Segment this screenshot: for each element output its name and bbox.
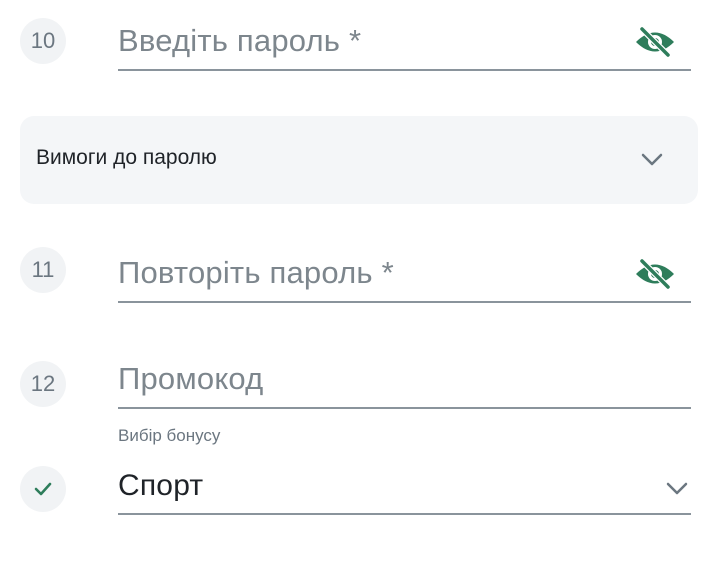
password-field[interactable]: Введіть пароль * [118,14,691,71]
check-icon [34,482,52,496]
password-requirements-accordion[interactable]: Вимоги до паролю [20,116,698,204]
eye-off-icon[interactable] [633,259,677,289]
step-number: 10 [30,28,56,53]
bonus-selected-value: Спорт [118,469,204,502]
password-requirements-label: Вимоги до паролю [36,146,217,169]
repeat-password-placeholder: Повторіть пароль * [118,255,394,290]
password-placeholder: Введіть пароль * [118,23,362,58]
step-number: 11 [31,257,55,282]
bonus-status-badge [20,466,66,512]
step-badge-12: 12 [20,361,66,407]
promo-code-field[interactable]: Промокод [118,355,691,409]
step-number: 12 [30,371,56,396]
chevron-down-icon [641,153,663,166]
eye-off-icon[interactable] [633,27,677,57]
chevron-down-icon [666,482,688,495]
bonus-caption: Вибір бонусу [118,426,221,445]
promo-code-placeholder: Промокод [118,361,264,396]
bonus-select[interactable]: Спорт [118,460,691,515]
step-badge-10: 10 [20,18,66,64]
step-badge-11: 11 [20,247,66,293]
repeat-password-field[interactable]: Повторіть пароль * [118,245,691,303]
